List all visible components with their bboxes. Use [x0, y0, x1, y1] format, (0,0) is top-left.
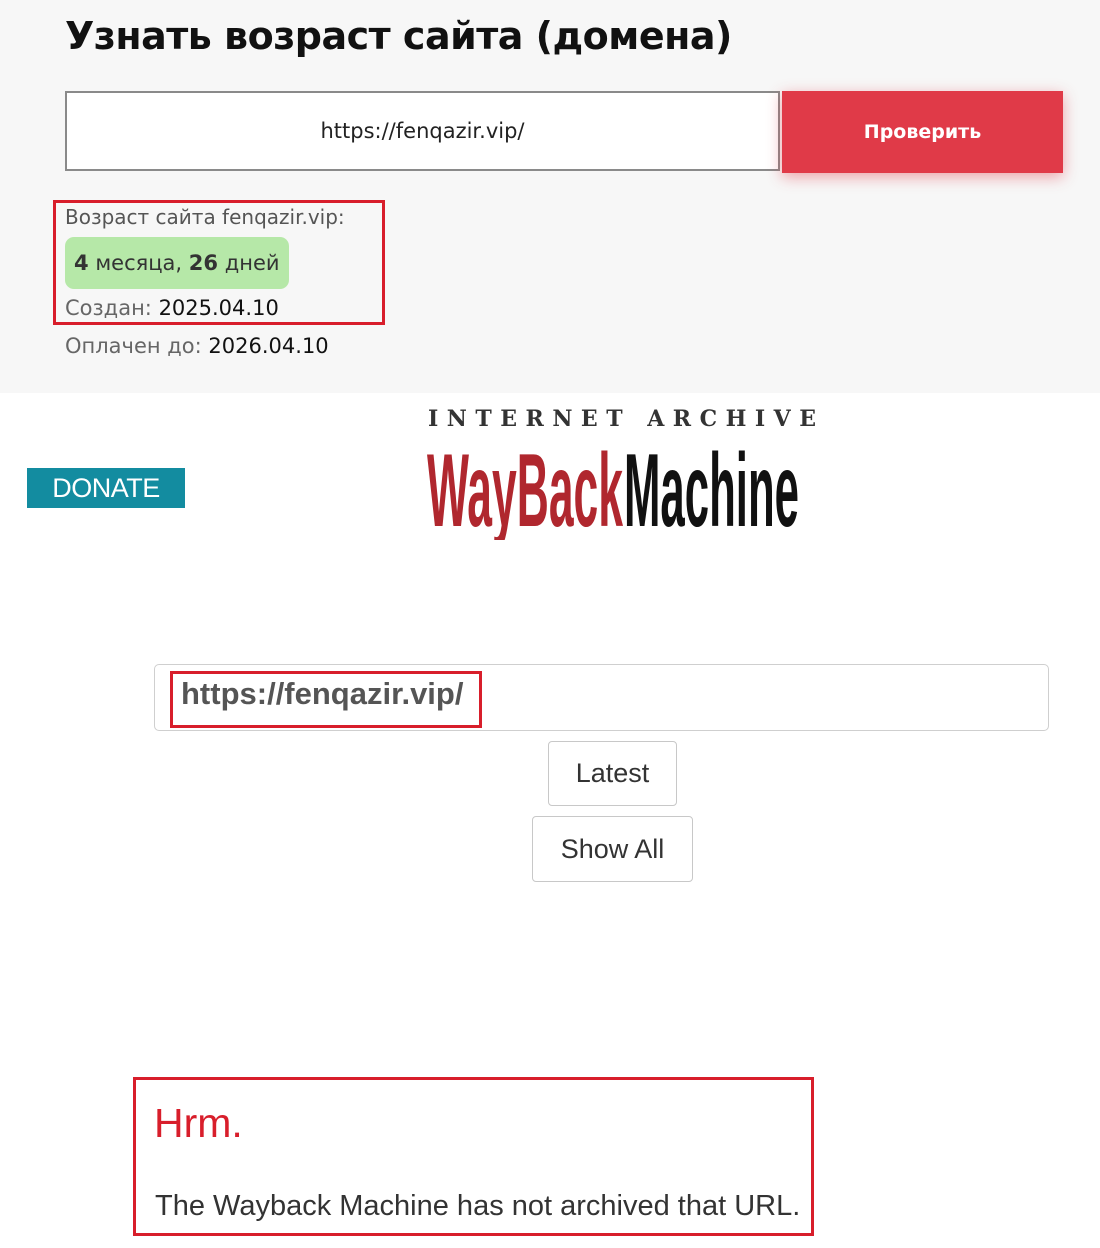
wayback-logo-text: WayBack Machine [427, 438, 799, 540]
created-line: Создан: 2025.04.10 [65, 296, 279, 320]
show-all-button[interactable]: Show All [532, 816, 693, 882]
paid-until-date: 2026.04.10 [208, 334, 329, 358]
domain-url-input[interactable] [65, 91, 780, 171]
paid-until-line: Оплачен до: 2026.04.10 [65, 334, 329, 358]
donate-button[interactable]: DONATE [27, 468, 185, 508]
created-label: Создан: [65, 296, 152, 320]
page-title: Узнать возраст сайта (домена) [65, 14, 732, 58]
age-days-word: дней [224, 251, 280, 275]
error-title: Hrm. [154, 1100, 243, 1146]
age-badge: 4 месяца, 26 дней [65, 237, 289, 289]
age-days-number: 26 [188, 251, 219, 275]
latest-button[interactable]: Latest [548, 741, 677, 806]
wayback-machine-logo[interactable]: WayBack Machine [427, 438, 799, 540]
domain-age-section: Узнать возраст сайта (домена) Проверить … [0, 0, 1100, 393]
svg-text:Machine: Machine [624, 438, 799, 540]
age-months-number: 4 [74, 251, 89, 275]
internet-archive-caption: INTERNET ARCHIVE [428, 406, 825, 432]
svg-text:WayBack: WayBack [427, 438, 623, 540]
paid-until-label: Оплачен до: [65, 334, 202, 358]
created-date: 2025.04.10 [158, 296, 279, 320]
error-message: The Wayback Machine has not archived tha… [155, 1190, 801, 1222]
check-button[interactable]: Проверить [782, 91, 1063, 173]
age-label: Возраст сайта fenqazir.vip: [65, 205, 345, 229]
age-months-word: месяца, [95, 251, 183, 275]
wayback-search-value[interactable]: https://fenqazir.vip/ [181, 676, 463, 712]
